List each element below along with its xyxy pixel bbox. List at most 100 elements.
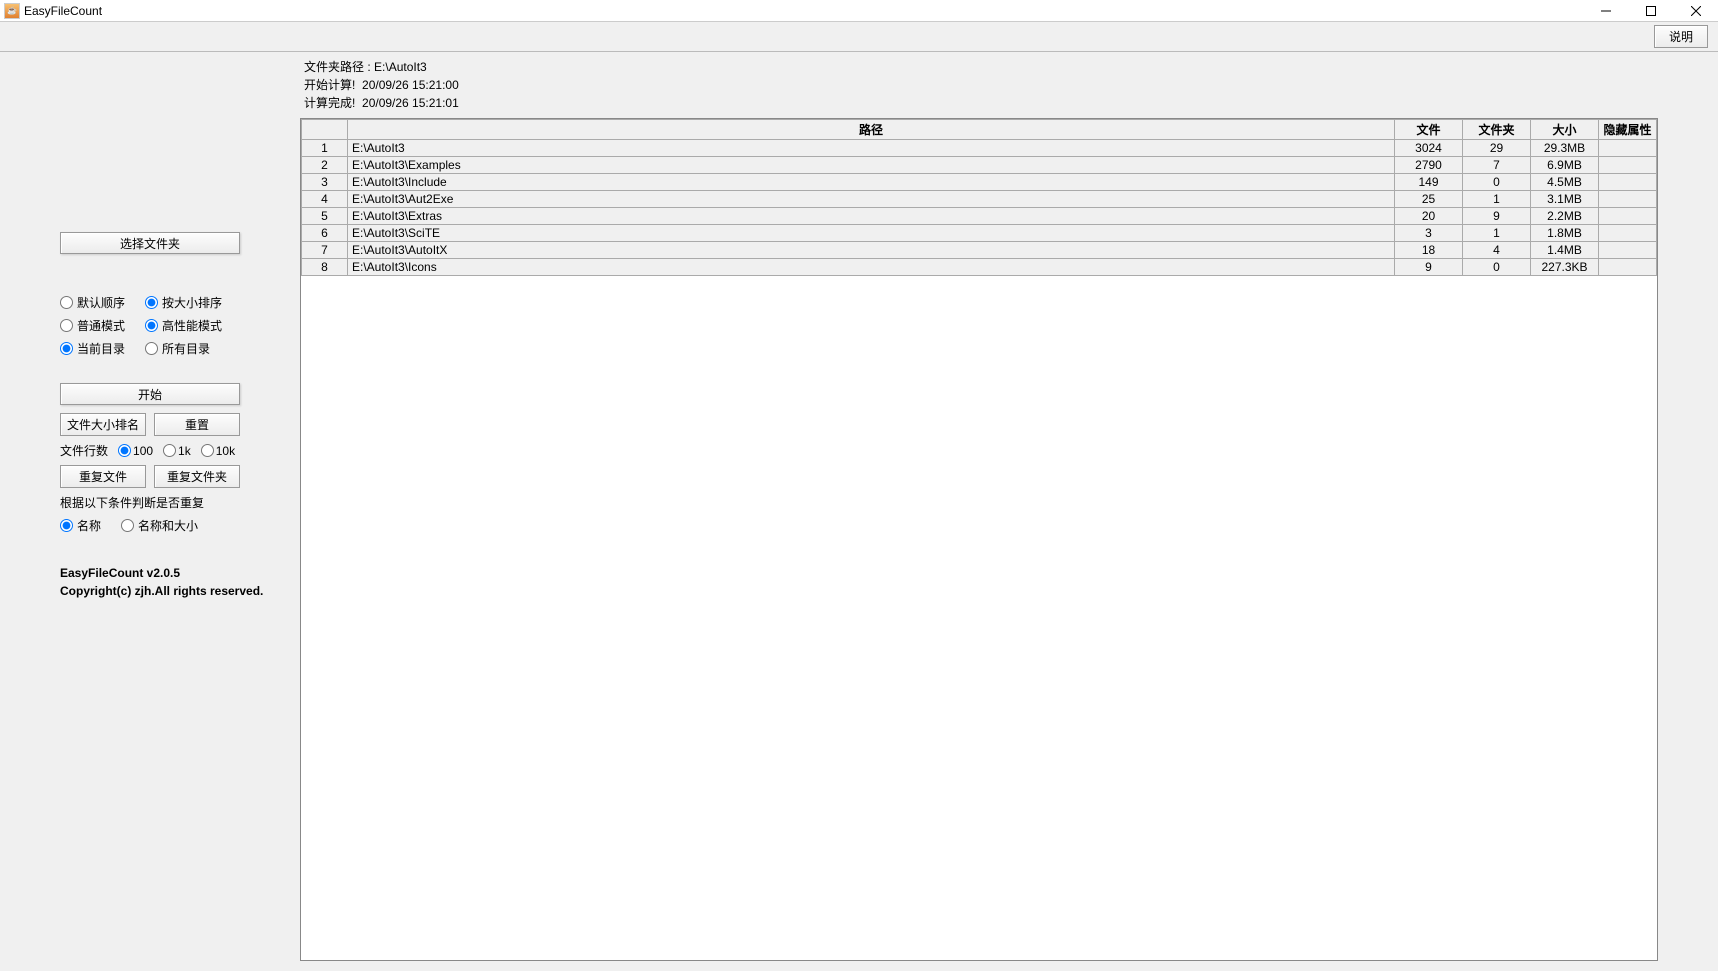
table-row[interactable]: 2E:\AutoIt3\Examples279076.9MB	[302, 157, 1657, 174]
select-folder-button[interactable]: 选择文件夹	[60, 232, 240, 254]
col-hidden[interactable]: 隐藏属性	[1599, 120, 1657, 140]
cell-size: 3.1MB	[1531, 191, 1599, 208]
cell-folders: 1	[1463, 225, 1531, 242]
cell-hidden	[1599, 174, 1657, 191]
info-start-time: 20/09/26 15:21:00	[362, 78, 459, 92]
dup-criteria-group: 名称 名称和大小	[60, 517, 280, 534]
sidebar: 选择文件夹 默认顺序 按大小排序 普通模式 高性能模式 当前目录 所有目录 开始…	[0, 52, 300, 971]
cell-hidden	[1599, 140, 1657, 157]
cell-path: E:\AutoIt3\Examples	[348, 157, 1395, 174]
dup-files-button[interactable]: 重复文件	[60, 465, 146, 488]
radio-label: 名称	[77, 517, 101, 534]
cell-hidden	[1599, 225, 1657, 242]
reset-button[interactable]: 重置	[154, 413, 240, 436]
cell-rownum: 1	[302, 140, 348, 157]
cell-hidden	[1599, 259, 1657, 276]
cell-folders: 29	[1463, 140, 1531, 157]
col-size[interactable]: 大小	[1531, 120, 1599, 140]
info-start-label: 开始计算!	[304, 78, 355, 92]
maximize-button[interactable]	[1628, 0, 1673, 21]
app-icon: ☕	[4, 3, 20, 19]
cell-files: 18	[1395, 242, 1463, 259]
radio-dup-name[interactable]: 名称	[60, 517, 101, 534]
radio-label: 1k	[178, 444, 191, 458]
cell-size: 29.3MB	[1531, 140, 1599, 157]
cell-path: E:\AutoIt3\AutoItX	[348, 242, 1395, 259]
cell-folders: 4	[1463, 242, 1531, 259]
table-row[interactable]: 4E:\AutoIt3\Aut2Exe2513.1MB	[302, 191, 1657, 208]
table-row[interactable]: 6E:\AutoIt3\SciTE311.8MB	[302, 225, 1657, 242]
radio-label: 10k	[216, 444, 235, 458]
radio-size-order[interactable]: 按大小排序	[145, 294, 222, 311]
cell-path: E:\AutoIt3\Include	[348, 174, 1395, 191]
cell-folders: 7	[1463, 157, 1531, 174]
help-button[interactable]: 说明	[1654, 25, 1708, 48]
radio-10k[interactable]: 10k	[201, 444, 235, 458]
dup-criteria-label: 根据以下条件判断是否重复	[60, 494, 280, 511]
close-button[interactable]	[1673, 0, 1718, 21]
mode-group: 普通模式 高性能模式	[60, 317, 280, 334]
table-empty-space	[302, 276, 1657, 796]
dir-scope-group: 当前目录 所有目录	[60, 340, 280, 357]
copyright-text: Copyright(c) zjh.All rights reserved.	[60, 582, 280, 600]
radio-label: 高性能模式	[162, 317, 222, 334]
radio-1k[interactable]: 1k	[163, 444, 191, 458]
start-button[interactable]: 开始	[60, 383, 240, 405]
table-row[interactable]: 1E:\AutoIt330242929.3MB	[302, 140, 1657, 157]
top-toolbar: 说明	[0, 22, 1718, 52]
col-rownum[interactable]	[302, 120, 348, 140]
cell-size: 2.2MB	[1531, 208, 1599, 225]
cell-size: 4.5MB	[1531, 174, 1599, 191]
table-row[interactable]: 3E:\AutoIt3\Include14904.5MB	[302, 174, 1657, 191]
radio-label: 当前目录	[77, 340, 125, 357]
cell-files: 20	[1395, 208, 1463, 225]
col-path[interactable]: 路径	[348, 120, 1395, 140]
radio-highperf-mode[interactable]: 高性能模式	[145, 317, 222, 334]
cell-folders: 0	[1463, 174, 1531, 191]
content-area: 文件夹路径 : E:\AutoIt3 开始计算! 20/09/26 15:21:…	[300, 52, 1718, 971]
cell-rownum: 3	[302, 174, 348, 191]
cell-size: 1.4MB	[1531, 242, 1599, 259]
table-row[interactable]: 8E:\AutoIt3\Icons90227.3KB	[302, 259, 1657, 276]
table-row[interactable]: 7E:\AutoIt3\AutoItX1841.4MB	[302, 242, 1657, 259]
cell-path: E:\AutoIt3\Aut2Exe	[348, 191, 1395, 208]
col-files[interactable]: 文件	[1395, 120, 1463, 140]
radio-all-dirs[interactable]: 所有目录	[145, 340, 210, 357]
file-lines-label: 文件行数	[60, 442, 108, 459]
table-body: 1E:\AutoIt330242929.3MB2E:\AutoIt3\Examp…	[302, 140, 1657, 276]
cell-rownum: 8	[302, 259, 348, 276]
window-buttons	[1583, 0, 1718, 21]
radio-dup-name-size[interactable]: 名称和大小	[121, 517, 198, 534]
minimize-button[interactable]	[1583, 0, 1628, 21]
main-area: 选择文件夹 默认顺序 按大小排序 普通模式 高性能模式 当前目录 所有目录 开始…	[0, 52, 1718, 971]
cell-path: E:\AutoIt3\SciTE	[348, 225, 1395, 242]
radio-100[interactable]: 100	[118, 444, 153, 458]
cell-folders: 0	[1463, 259, 1531, 276]
radio-normal-mode[interactable]: 普通模式	[60, 317, 125, 334]
cell-files: 3	[1395, 225, 1463, 242]
cell-rownum: 7	[302, 242, 348, 259]
cell-hidden	[1599, 157, 1657, 174]
file-size-rank-button[interactable]: 文件大小排名	[60, 413, 146, 436]
cell-size: 227.3KB	[1531, 259, 1599, 276]
cell-files: 149	[1395, 174, 1463, 191]
window-title: EasyFileCount	[24, 4, 1583, 18]
cell-hidden	[1599, 242, 1657, 259]
info-path-line: 文件夹路径 : E:\AutoIt3	[304, 58, 1658, 76]
file-lines-group: 文件行数 100 1k 10k	[60, 442, 280, 459]
cell-path: E:\AutoIt3\Icons	[348, 259, 1395, 276]
radio-default-order[interactable]: 默认顺序	[60, 294, 125, 311]
col-folders[interactable]: 文件夹	[1463, 120, 1531, 140]
cell-files: 9	[1395, 259, 1463, 276]
radio-current-dir[interactable]: 当前目录	[60, 340, 125, 357]
titlebar: ☕ EasyFileCount	[0, 0, 1718, 22]
table-row[interactable]: 5E:\AutoIt3\Extras2092.2MB	[302, 208, 1657, 225]
cell-rownum: 6	[302, 225, 348, 242]
info-done-line: 计算完成! 20/09/26 15:21:01	[304, 94, 1658, 112]
cell-path: E:\AutoIt3\Extras	[348, 208, 1395, 225]
cell-rownum: 2	[302, 157, 348, 174]
result-table-container[interactable]: 路径 文件 文件夹 大小 隐藏属性 1E:\AutoIt330242929.3M…	[300, 118, 1658, 961]
cell-hidden	[1599, 191, 1657, 208]
cell-hidden	[1599, 208, 1657, 225]
dup-folders-button[interactable]: 重复文件夹	[154, 465, 240, 488]
